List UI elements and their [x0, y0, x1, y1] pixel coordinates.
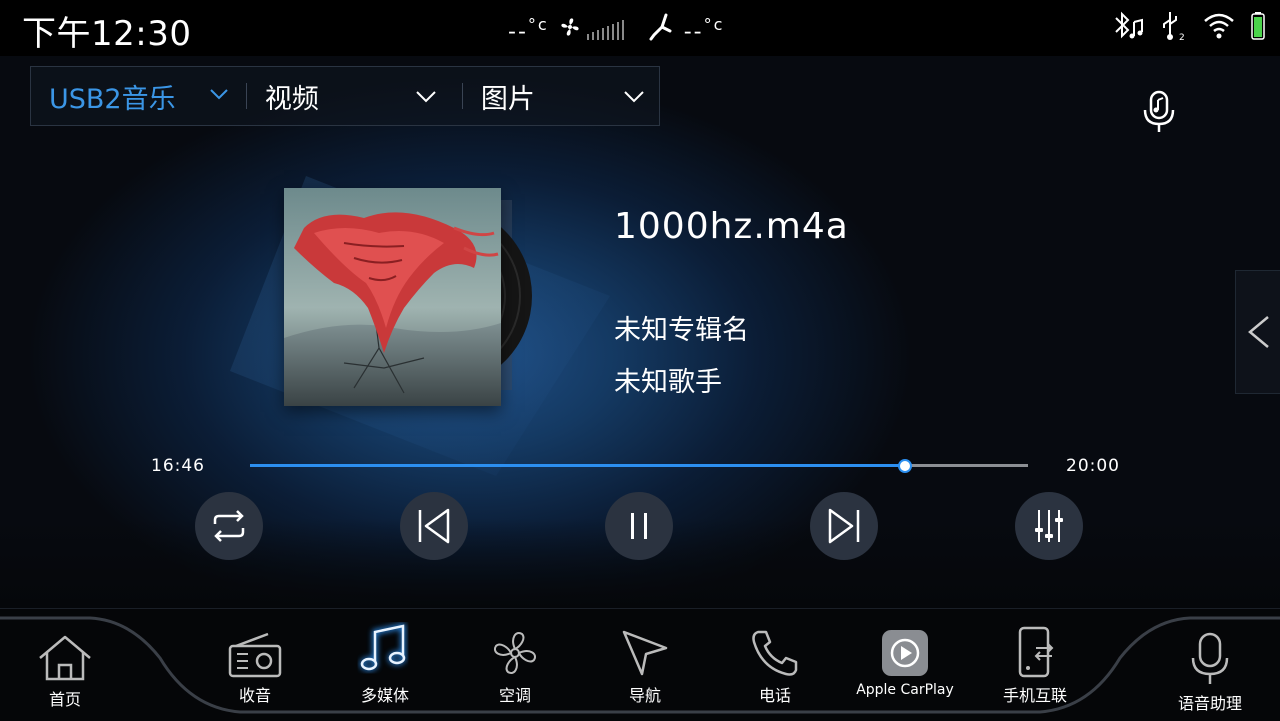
next-icon [828, 508, 860, 544]
dock-carplay[interactable]: Apple CarPlay [850, 620, 960, 710]
climate-status[interactable]: --°c --°c [508, 13, 725, 47]
tab-usb-music[interactable]: USB2音乐 [31, 67, 246, 125]
svg-text:2: 2 [1179, 33, 1185, 42]
dock-climate[interactable]: 空调 [460, 620, 570, 710]
total-time: 20:00 [1066, 456, 1120, 476]
song-title: 1000hz.m4a [614, 206, 849, 247]
music-note-icon [360, 622, 406, 671]
fan-level-indicator [586, 20, 624, 40]
progress-bar[interactable] [250, 459, 1028, 473]
radio-icon [228, 632, 282, 678]
progress-fill [250, 464, 904, 467]
tab-photo[interactable]: 图片 [461, 83, 659, 115]
dock-navigation[interactable]: 导航 [590, 620, 700, 710]
fan-icon [494, 632, 536, 674]
album-cover [284, 188, 501, 406]
fan-icon [559, 16, 581, 44]
carplay-icon [882, 630, 928, 676]
equalizer-button[interactable] [1015, 492, 1083, 560]
system-icons: 2 [1112, 10, 1266, 46]
album-name: 未知专辑名 [614, 315, 749, 346]
clock: 下午12:30 [22, 14, 192, 54]
next-button[interactable] [810, 492, 878, 560]
previous-button[interactable] [400, 492, 468, 560]
repeat-button[interactable] [195, 492, 263, 560]
chevron-left-icon [1248, 316, 1269, 348]
phone-icon [752, 630, 798, 676]
chevron-down-icon [624, 91, 644, 103]
equalizer-icon [1035, 510, 1063, 542]
source-tabs: USB2音乐 视频 图片 [30, 66, 660, 126]
dock-phone[interactable]: 电话 [720, 620, 830, 710]
dock-multimedia[interactable]: 多媒体 [330, 620, 440, 710]
wifi-icon [1202, 11, 1236, 45]
dock-phone-link[interactable]: 手机互联 [980, 620, 1090, 710]
dock-home[interactable]: 首页 [10, 624, 120, 714]
microphone-music-icon [1143, 90, 1175, 132]
voice-music-search-button[interactable] [1140, 88, 1180, 138]
repeat-icon [213, 510, 245, 542]
side-panel-toggle[interactable] [1235, 270, 1280, 394]
driver-temperature: --°c [508, 15, 549, 45]
passenger-temperature: --°c [683, 15, 725, 45]
tab-video[interactable]: 视频 [245, 83, 462, 115]
navigation-icon [622, 630, 668, 676]
elapsed-time: 16:46 [151, 456, 205, 476]
chevron-down-icon [416, 91, 436, 103]
pause-icon [631, 513, 647, 539]
battery-icon [1250, 11, 1266, 45]
seat-airflow-icon [648, 13, 674, 47]
artist-name: 未知歌手 [614, 367, 722, 398]
status-bar: 下午12:30 --°c --°c 2 [0, 0, 1280, 56]
phone-link-icon [1018, 626, 1054, 678]
microphone-icon [1191, 632, 1229, 684]
dock-voice-assistant[interactable]: 语音助理 [1155, 628, 1265, 718]
usb-icon: 2 [1160, 10, 1188, 46]
chevron-down-icon [210, 89, 228, 100]
bluetooth-music-icon [1112, 10, 1146, 46]
previous-icon [418, 508, 450, 544]
dock-radio[interactable]: 收音 [200, 620, 310, 710]
pause-button[interactable] [605, 492, 673, 560]
progress-knob[interactable] [897, 459, 912, 473]
home-icon [39, 635, 91, 681]
